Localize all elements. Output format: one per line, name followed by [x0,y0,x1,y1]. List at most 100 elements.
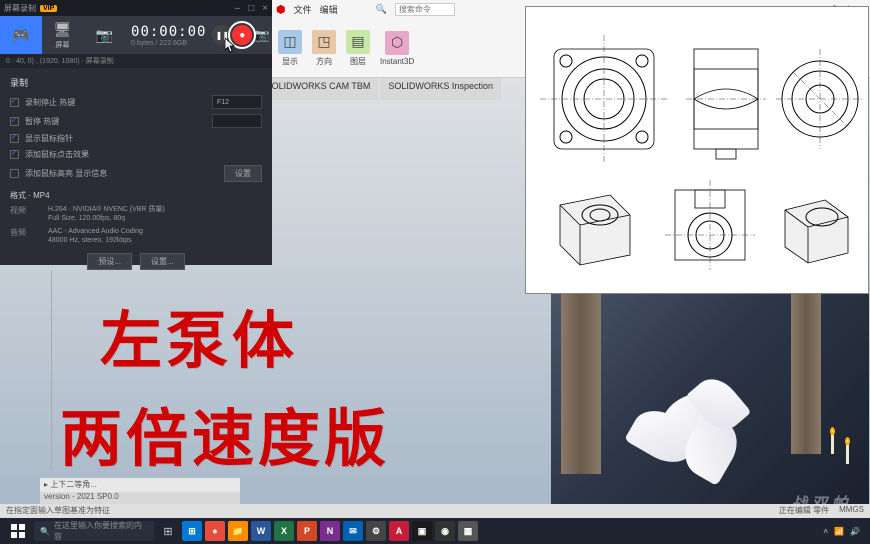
mode-device[interactable]: 📷 [83,16,125,54]
taskbar-app[interactable]: N [320,521,340,541]
sw-search-icon: 🔍 [376,4,387,15]
taskbar-app[interactable]: ⊞ [182,521,202,541]
hotkey-input-pause[interactable] [212,114,262,128]
sw-tool-instant3d[interactable]: ⬡ Instant3D [378,29,416,68]
audio-label: 音频 [10,227,38,245]
check-row-stop: 录制停止 热键 F12 [10,95,262,109]
check-label: 暂停 热键 [25,116,206,127]
recorder-body: 录制 录制停止 热键 F12 暂停 热键 显示鼠标指针 添加鼠标点击效果 添加鼠… [0,68,272,278]
mode-label: 屏幕 [56,40,70,50]
cad-view-right [776,35,864,163]
rec-bytes: 0 bytes / 222.6GB [131,40,206,47]
tab-inspection[interactable]: SOLIDWORKS Inspection [380,78,501,100]
tool-label: 图层 [350,56,366,67]
tool-label: 显示 [282,56,298,67]
cad-view-iso1 [540,175,650,275]
system-tray[interactable]: ˄ 📶 🔊 [823,527,866,536]
hotkey-input-stop[interactable]: F12 [212,95,262,109]
checkbox-highlight[interactable] [10,169,19,178]
orientation-icon: ◳ [312,30,336,54]
format-section: 格式 · MP4 视频 H.264 · NVIDIA® NVENC (VBR 质… [10,190,262,270]
rec-subbar: 0 · 40, 0) , (1920, 1080) · 屏幕录制 [0,54,272,68]
pillar-1 [561,294,601,474]
cad-view-side [686,35,766,163]
taskbar-app[interactable]: X [274,521,294,541]
gamepad-icon: 🎮 [12,27,29,44]
taskbar-app[interactable]: W [251,521,271,541]
checkbox-click[interactable] [10,150,19,159]
sw-status-edit: 正在编辑 零件 [779,505,829,517]
taskbar-app[interactable]: ▣ [412,521,432,541]
monitor-icon: 🖥 [54,21,72,38]
sw-tool-layer[interactable]: ▤ 图层 [344,28,372,69]
taskbar-search[interactable]: 🔍 在这里输入你要搜索的内容 [34,521,154,541]
video-row: 视频 H.264 · NVIDIA® NVENC (VBR 质量) Full S… [10,205,262,223]
candle-1 [831,434,834,454]
check-label: 添加鼠标高亮 显示信息 [25,168,218,179]
video-label: 视频 [10,205,38,223]
menu-file[interactable]: 文件 [294,3,312,16]
tool-label: Instant3D [380,57,414,66]
taskbar-app[interactable]: ● [205,521,225,541]
mode-game[interactable]: 🎮 [0,16,42,54]
tool-label: 方向 [316,56,332,67]
task-view-icon[interactable]: ⊞ [156,518,180,544]
cad-view-front [540,35,668,163]
taskbar-app[interactable]: ⚙ [366,521,386,541]
video-codec: H.264 · NVIDIA® NVENC (VBR 质量) Full Size… [48,205,262,223]
taskbar-app[interactable]: ▦ [458,521,478,541]
recorder-title: 屏幕录制 [4,3,36,14]
taskbar-app[interactable]: ◉ [435,521,455,541]
tray-volume-icon[interactable]: 🔊 [850,527,860,536]
checkbox-pause[interactable] [10,117,19,126]
settings-button[interactable]: 设置 [224,165,262,182]
cad-view-section [660,175,760,275]
tray-chevron-icon[interactable]: ˄ [823,527,828,536]
taskbar-app[interactable]: A [389,521,409,541]
format-label: 格式 · MP4 [10,190,262,201]
layer-icon: ▤ [346,30,370,54]
sw-version: version - 2021 SP0.0 [40,492,240,504]
taskbar-app[interactable]: P [297,521,317,541]
vip-badge: VIP [40,5,57,12]
sw-tool-display[interactable]: ◫ 显示 [276,28,304,69]
check-row-highlight: 添加鼠标高亮 显示信息 设置 [10,165,262,182]
white-flower [611,374,771,494]
checkbox-cursor[interactable] [10,134,19,143]
footer-buttons: 预设... 设置... [10,253,262,270]
recorder-window-controls: – □ × [235,3,268,14]
tab-cam-tbm[interactable]: SOLIDWORKS CAM TBM [258,78,379,100]
checkbox-stop[interactable] [10,98,19,107]
minimize-icon[interactable]: – [235,3,241,14]
audio-row: 音频 AAC - Advanced Audio Coding 48000 Hz,… [10,227,262,245]
sw-feature-tree[interactable] [40,270,52,470]
sw-status-bar: 在指定面输入草图基准为特征 正在编辑 零件 MMGS [0,504,870,518]
taskbar-app[interactable]: ✉ [343,521,363,541]
maximize-icon[interactable]: □ [248,3,254,14]
start-button[interactable] [4,518,32,544]
sw-status-msg: 在指定面输入草图基准为特征 [6,505,110,517]
search-placeholder: 在这里输入你要搜索的内容 [54,520,148,542]
tray-network-icon[interactable]: 📶 [834,527,844,536]
timer-area: 00:00:00 0 bytes / 222.6GB [125,24,212,47]
close-icon[interactable]: × [262,3,268,14]
sw-search-input[interactable] [395,3,455,16]
check-row-cursor: 显示鼠标指针 [10,133,262,144]
menu-edit[interactable]: 编辑 [320,3,338,16]
check-label: 显示鼠标指针 [25,133,262,144]
audio-codec: AAC - Advanced Audio Coding 48000 Hz, st… [48,227,262,245]
settings-button-2[interactable]: 设置... [140,253,185,270]
sw-tool-orientation[interactable]: ◳ 方向 [310,28,338,69]
preset-button[interactable]: 预设... [87,253,132,270]
mode-screen[interactable]: 🖥 屏幕 [42,16,84,54]
search-icon: 🔍 [40,527,50,536]
taskbar-app[interactable]: 📁 [228,521,248,541]
sw-logo-icon: ⬢ [276,3,286,16]
sw-tree-item[interactable]: ▸ 上下二等角... [40,478,240,492]
recorder-titlebar[interactable]: 屏幕录制 VIP – □ × [0,0,272,16]
rec-timer: 00:00:00 [131,24,206,40]
rec-region-text: 0 · 40, 0) , (1920, 1080) · 屏幕录制 [6,56,114,66]
instant3d-icon: ⬡ [385,31,409,55]
game-thumbnail: 战 双 帕... [551,294,869,518]
candle-2 [846,444,849,464]
